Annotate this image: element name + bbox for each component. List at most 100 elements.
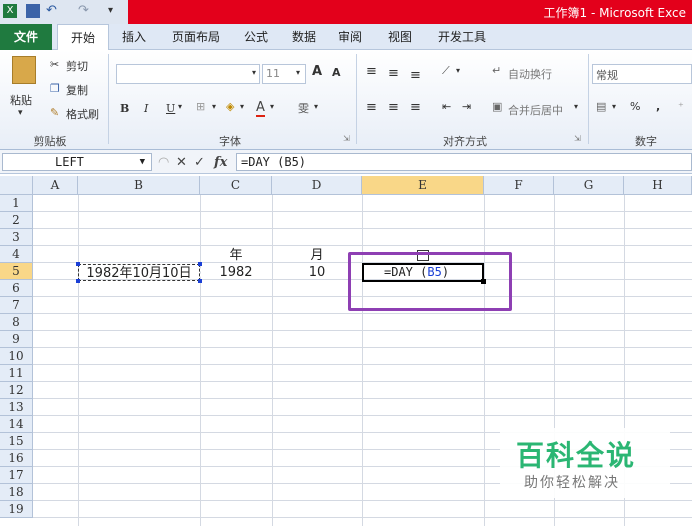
cancel-formula-button[interactable]: ✕: [176, 155, 187, 170]
row-header-18[interactable]: 18: [0, 484, 33, 501]
name-box[interactable]: LEFT ▼: [2, 153, 152, 171]
accounting-format-dropdown-icon[interactable]: ▾: [612, 102, 616, 111]
undo-icon[interactable]: ↶: [46, 4, 60, 18]
row-header-13[interactable]: 13: [0, 399, 33, 416]
save-icon[interactable]: [26, 4, 40, 18]
row-header-5[interactable]: 5: [0, 263, 33, 280]
redo-icon[interactable]: ↷: [78, 4, 92, 18]
row-header-12[interactable]: 12: [0, 382, 33, 399]
borders-icon[interactable]: ⊞: [196, 100, 205, 113]
align-right-icon[interactable]: ≡: [410, 100, 421, 115]
orientation-icon[interactable]: ⟋: [442, 64, 450, 78]
comma-style-button[interactable]: ,: [656, 100, 660, 113]
underline-dropdown-icon[interactable]: ▾: [178, 102, 182, 111]
cut-icon[interactable]: ✂: [50, 58, 59, 71]
alignment-dialog-launcher-icon[interactable]: ⇲: [574, 134, 581, 143]
copy-icon[interactable]: ❐: [50, 82, 60, 95]
fill-color-icon[interactable]: ◈: [226, 100, 234, 113]
paste-dropdown-icon[interactable]: ▾: [18, 108, 23, 118]
tab-developer[interactable]: 开发工具: [430, 24, 494, 50]
tab-view[interactable]: 视图: [380, 24, 420, 50]
bottom-align-icon[interactable]: ≡: [410, 68, 421, 83]
accounting-format-icon[interactable]: ▤: [596, 100, 606, 113]
percent-style-button[interactable]: %: [630, 100, 640, 113]
reference-handle[interactable]: [76, 262, 80, 266]
row-header-14[interactable]: 14: [0, 416, 33, 433]
orientation-dropdown-icon[interactable]: ▾: [456, 66, 460, 75]
row-header-17[interactable]: 17: [0, 467, 33, 484]
excel-app-icon[interactable]: X: [3, 4, 17, 18]
cell-c4[interactable]: 年: [200, 247, 272, 264]
name-box-dropdown-icon[interactable]: ▼: [140, 154, 145, 170]
tab-page-layout[interactable]: 页面布局: [164, 24, 228, 50]
paste-button[interactable]: 粘贴: [10, 92, 32, 108]
column-header-b[interactable]: B: [78, 176, 200, 195]
format-painter-icon[interactable]: ✎: [50, 106, 59, 119]
row-header-6[interactable]: 6: [0, 280, 33, 297]
row-header-7[interactable]: 7: [0, 297, 33, 314]
grow-font-button[interactable]: A: [312, 64, 322, 79]
row-header-3[interactable]: 3: [0, 229, 33, 246]
tab-data[interactable]: 数据: [284, 24, 324, 50]
font-dialog-launcher-icon[interactable]: ⇲: [343, 134, 350, 143]
column-header-e[interactable]: E: [362, 176, 484, 195]
tab-home[interactable]: 开始: [57, 24, 109, 51]
insert-function-button[interactable]: fx: [214, 155, 227, 170]
column-header-f[interactable]: F: [484, 176, 554, 195]
cut-button[interactable]: 剪切: [66, 58, 88, 74]
row-header-2[interactable]: 2: [0, 212, 33, 229]
customize-qat-icon[interactable]: ▾: [108, 4, 122, 18]
phonetic-button[interactable]: 雯: [298, 100, 309, 116]
increase-decimal-icon[interactable]: ⁺: [678, 100, 684, 113]
row-header-8[interactable]: 8: [0, 314, 33, 331]
paste-icon[interactable]: [12, 56, 36, 84]
tab-formulas[interactable]: 公式: [236, 24, 276, 50]
align-center-icon[interactable]: ≡: [388, 100, 399, 115]
row-header-4[interactable]: 4: [0, 246, 33, 263]
formula-input[interactable]: =DAY (B5): [236, 153, 692, 171]
row-header-15[interactable]: 15: [0, 433, 33, 450]
row-header-11[interactable]: 11: [0, 365, 33, 382]
wrap-text-button[interactable]: 自动换行: [508, 66, 552, 82]
cell-b5-reference[interactable]: 1982年10月10日: [77, 263, 201, 282]
copy-button[interactable]: 复制: [66, 82, 88, 98]
column-header-a[interactable]: A: [33, 176, 78, 195]
decrease-indent-icon[interactable]: ⇤: [442, 100, 451, 113]
font-color-dropdown-icon[interactable]: ▾: [270, 102, 274, 111]
font-name-dropdown-icon[interactable]: ▾: [252, 68, 256, 77]
enter-formula-button[interactable]: ✓: [194, 155, 205, 170]
font-color-button[interactable]: A: [256, 100, 265, 117]
middle-align-icon[interactable]: ≡: [388, 66, 399, 81]
merge-center-button[interactable]: 合并后居中: [508, 102, 563, 118]
column-header-g[interactable]: G: [554, 176, 624, 195]
fill-color-dropdown-icon[interactable]: ▾: [240, 102, 244, 111]
font-size-dropdown-icon[interactable]: ▾: [296, 68, 300, 77]
phonetic-dropdown-icon[interactable]: ▾: [314, 102, 318, 111]
bold-button[interactable]: B: [120, 102, 129, 115]
row-header-19[interactable]: 19: [0, 501, 33, 518]
align-left-icon[interactable]: ≡: [366, 100, 377, 115]
column-header-d[interactable]: D: [272, 176, 362, 195]
tab-review[interactable]: 审阅: [330, 24, 370, 50]
row-header-9[interactable]: 9: [0, 331, 33, 348]
underline-button[interactable]: U: [166, 102, 175, 115]
reference-handle[interactable]: [76, 279, 80, 283]
merge-center-dropdown-icon[interactable]: ▾: [574, 102, 578, 111]
wrap-text-icon[interactable]: ↵: [492, 64, 501, 77]
font-name-select[interactable]: [116, 64, 260, 84]
italic-button[interactable]: I: [144, 102, 148, 115]
row-header-16[interactable]: 16: [0, 450, 33, 467]
format-painter-button[interactable]: 格式刷: [66, 106, 99, 122]
top-align-icon[interactable]: ≡: [366, 64, 377, 79]
borders-dropdown-icon[interactable]: ▾: [212, 102, 216, 111]
shrink-font-button[interactable]: A: [332, 66, 341, 79]
row-header-10[interactable]: 10: [0, 348, 33, 365]
merge-center-icon[interactable]: ▣: [492, 100, 502, 113]
cell-c5[interactable]: 1982: [200, 264, 272, 281]
increase-indent-icon[interactable]: ⇥: [462, 100, 471, 113]
column-header-c[interactable]: C: [200, 176, 272, 195]
select-all-corner[interactable]: [0, 176, 33, 195]
column-header-h[interactable]: H: [624, 176, 692, 195]
tab-file[interactable]: 文件: [0, 24, 52, 50]
tab-insert[interactable]: 插入: [114, 24, 154, 50]
